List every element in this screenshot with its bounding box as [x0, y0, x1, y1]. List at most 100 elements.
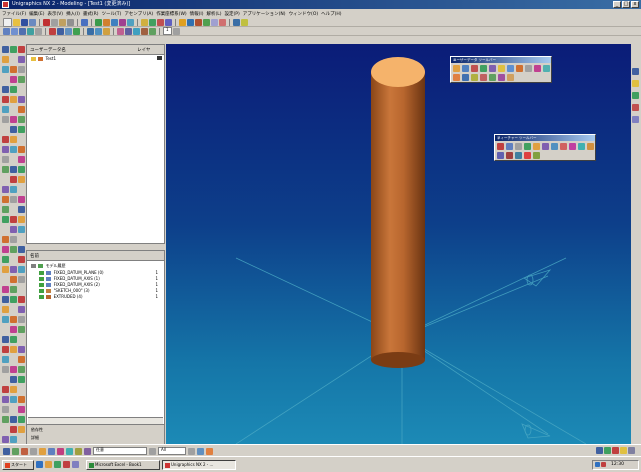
tool-icon[interactable] [2, 146, 9, 153]
tool-icon[interactable] [10, 346, 17, 353]
cylinder-body[interactable] [371, 72, 425, 360]
tool-icon[interactable] [462, 65, 469, 72]
pattern-icon[interactable] [149, 27, 156, 35]
desktop-icon[interactable] [54, 461, 61, 468]
rotate-icon[interactable] [111, 18, 118, 26]
tool-icon[interactable] [489, 74, 496, 81]
layer-select[interactable]: 1 [163, 27, 172, 35]
tool-icon[interactable] [498, 65, 505, 72]
paste-icon[interactable] [59, 18, 66, 26]
tool-icon[interactable] [18, 276, 25, 283]
tool-icon[interactable] [18, 206, 25, 213]
tool-icon[interactable] [498, 74, 505, 81]
sketch-icon[interactable] [179, 18, 186, 26]
tool-icon[interactable] [10, 66, 17, 73]
tool-icon[interactable] [489, 65, 496, 72]
datum-csys-icon[interactable] [103, 27, 110, 35]
menu-window[interactable]: ウィンドウ(O) [289, 11, 319, 17]
tool-icon[interactable] [507, 74, 514, 81]
tool-icon[interactable] [18, 246, 25, 253]
tool-icon[interactable] [18, 396, 25, 403]
tool-icon[interactable] [2, 106, 9, 113]
datum-axis-icon[interactable] [95, 27, 102, 35]
tool-icon[interactable] [471, 74, 478, 81]
zoom-icon[interactable] [103, 18, 110, 26]
cylinder-top[interactable] [371, 57, 425, 87]
tool-icon[interactable] [18, 326, 25, 333]
render-icon[interactable] [127, 18, 134, 26]
tool-icon[interactable] [2, 436, 9, 443]
tool-icon[interactable] [18, 116, 25, 123]
tool-icon[interactable] [10, 276, 17, 283]
point-icon[interactable] [30, 447, 37, 455]
tool-icon[interactable] [2, 386, 9, 393]
measure-icon[interactable] [157, 18, 164, 26]
snap-point-icon[interactable] [197, 447, 204, 455]
tool-icon[interactable] [18, 366, 25, 373]
view-icon[interactable] [604, 447, 611, 454]
tool-icon[interactable] [2, 186, 9, 193]
tool-icon[interactable] [18, 126, 25, 133]
tool-icon[interactable] [18, 406, 25, 413]
sweep-icon[interactable] [203, 18, 210, 26]
tool-icon[interactable] [480, 74, 487, 81]
tool-icon[interactable] [10, 186, 17, 193]
ie-icon[interactable] [36, 461, 43, 468]
tool-icon[interactable] [10, 316, 17, 323]
tool-icon[interactable] [10, 236, 17, 243]
tool-icon[interactable] [10, 226, 17, 233]
check-icon[interactable] [39, 277, 44, 281]
tool-icon[interactable] [497, 143, 504, 150]
intersect-icon[interactable] [73, 27, 80, 35]
select-icon[interactable] [233, 18, 240, 26]
tool-icon[interactable] [10, 166, 17, 173]
resource-icon[interactable] [632, 116, 639, 123]
layer-icon[interactable] [141, 18, 148, 26]
view-icon[interactable] [596, 447, 603, 454]
tool-icon[interactable] [10, 386, 17, 393]
app-icon[interactable] [63, 461, 70, 468]
dropdown-icon[interactable] [188, 447, 195, 455]
task-excel[interactable]: Microsoft Excel - Book1 [86, 460, 160, 470]
tool-icon[interactable] [578, 143, 585, 150]
tool-icon[interactable] [515, 143, 522, 150]
tool-icon[interactable] [18, 156, 25, 163]
tool-icon[interactable] [560, 143, 567, 150]
tool-icon[interactable] [2, 166, 9, 173]
tool-icon[interactable] [10, 396, 17, 403]
tool-icon[interactable] [10, 116, 17, 123]
wcs-icon[interactable] [149, 18, 156, 26]
view-fit-icon[interactable] [95, 18, 102, 26]
tool-icon[interactable] [10, 436, 17, 443]
menu-tools[interactable]: ツール(T) [102, 11, 122, 17]
tool-icon[interactable] [506, 143, 513, 150]
revolve-icon[interactable] [195, 18, 202, 26]
menu-assembly[interactable]: アセンブリ(A) [124, 11, 153, 17]
tool-icon[interactable] [471, 65, 478, 72]
tool-icon[interactable] [2, 116, 9, 123]
tool-icon[interactable] [2, 396, 9, 403]
graphics-viewport[interactable]: ユーザーデータ ツールバー × フィーチャー ツールバー × [166, 44, 641, 444]
face-icon[interactable] [48, 447, 55, 455]
filter-select[interactable]: 任意 [93, 447, 147, 455]
tool-icon[interactable] [533, 143, 540, 150]
tool-icon[interactable] [515, 152, 522, 159]
tool-icon[interactable] [453, 65, 460, 72]
chamfer-icon[interactable] [125, 27, 132, 35]
name-column-header[interactable]: 名前 [30, 253, 39, 259]
tool-icon[interactable] [18, 196, 25, 203]
tool-icon[interactable] [587, 143, 594, 150]
tool-icon[interactable] [10, 96, 17, 103]
resource-icon[interactable] [632, 68, 639, 75]
arc-icon[interactable] [11, 27, 18, 35]
tool-icon[interactable] [18, 226, 25, 233]
tool-icon[interactable] [18, 266, 25, 273]
menu-view[interactable]: 表示(V) [47, 11, 63, 17]
tool-icon[interactable] [10, 176, 17, 183]
tool-icon[interactable] [10, 196, 17, 203]
blend-icon[interactable] [117, 27, 124, 35]
floating-toolbar-header[interactable]: ユーザーデータ ツールバー × [451, 57, 551, 63]
tool-icon[interactable] [10, 46, 17, 53]
resource-icon[interactable] [632, 92, 639, 99]
tool-icon[interactable] [516, 65, 523, 72]
